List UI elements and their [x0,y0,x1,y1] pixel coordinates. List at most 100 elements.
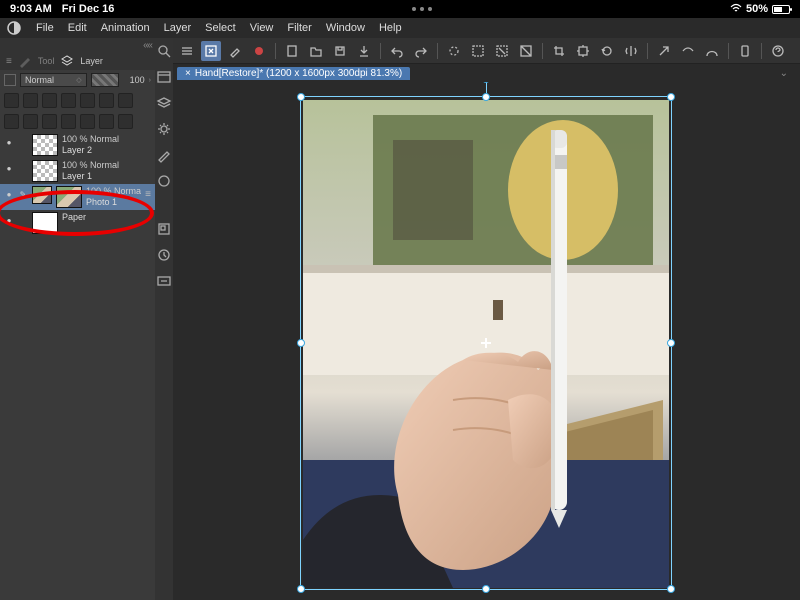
tool-tab-label[interactable]: Tool [38,56,55,66]
layer-name[interactable]: Paper [62,212,151,223]
layer-action-button[interactable] [118,93,133,108]
layer-name[interactable]: Photo 1 [86,197,141,208]
multitask-dots[interactable] [114,7,730,11]
layer-tab-label[interactable]: Layer [80,56,103,66]
invert-icon[interactable] [516,41,536,61]
layer-action-button[interactable] [99,93,114,108]
resize-handle-n[interactable] [482,93,490,101]
layer-tab-icon[interactable] [60,54,74,68]
canvas-size-icon[interactable] [573,41,593,61]
search-icon[interactable] [155,42,173,60]
layer-thumbnail[interactable] [56,186,82,208]
menu-layer[interactable]: Layer [164,22,192,34]
visibility-toggle[interactable]: ● [4,186,14,199]
document-tab[interactable]: × Hand[Restore]* (1200 x 1600px 300dpi 8… [177,67,410,80]
layer-action-button[interactable] [4,114,19,129]
menu-icon[interactable] [177,41,197,61]
layer-thumbnail[interactable] [32,134,58,156]
resize-handle-ne[interactable] [667,93,675,101]
window-icon[interactable] [155,68,173,86]
visibility-toggle[interactable]: ● [4,212,14,225]
layer-action-button[interactable] [99,114,114,129]
menu-file[interactable]: File [36,22,54,34]
opacity-value[interactable]: 100 [123,75,145,85]
menu-edit[interactable]: Edit [68,22,87,34]
menu-select[interactable]: Select [205,22,236,34]
visibility-toggle[interactable]: ● [4,160,14,173]
opacity-stepper[interactable]: › [149,77,151,84]
layer-thumbnail[interactable] [32,160,58,182]
export-icon[interactable] [354,41,374,61]
flip-icon[interactable] [621,41,641,61]
layer-action-button[interactable] [118,114,133,129]
layer-row[interactable]: ● Paper [0,210,155,236]
tab-overflow-icon[interactable]: ⌄ [770,68,798,79]
help-icon[interactable] [768,41,788,61]
info-icon[interactable] [155,272,173,290]
record-icon[interactable] [249,41,269,61]
undo-icon[interactable] [387,41,407,61]
deselect-icon[interactable] [492,41,512,61]
tool-tab-icon[interactable] [18,54,32,68]
opacity-slider[interactable] [91,73,119,87]
grid-icon[interactable] [702,41,722,61]
resize-handle-se[interactable] [667,585,675,593]
device-icon[interactable] [735,41,755,61]
menu-animation[interactable]: Animation [101,22,150,34]
menu-filter[interactable]: Filter [287,22,311,34]
layer-row[interactable]: ● 100 % Normal Layer 2 [0,132,155,158]
resize-handle-nw[interactable] [297,93,305,101]
layer-row-selected[interactable]: ● ✎ 100 % Normal Photo 1 ≡ [0,184,155,210]
visibility-toggle[interactable]: ● [4,134,14,147]
menu-help[interactable]: Help [379,22,402,34]
menu-view[interactable]: View [250,22,274,34]
history-icon[interactable] [155,246,173,264]
layer-action-button[interactable] [42,93,57,108]
navigator-icon[interactable] [155,220,173,238]
crop-icon[interactable] [549,41,569,61]
layer-mask-thumbnail[interactable] [32,186,52,204]
rotate-icon[interactable] [597,41,617,61]
layer-action-button[interactable] [61,114,76,129]
redo-icon[interactable] [411,41,431,61]
app-logo-icon[interactable] [6,20,22,36]
resize-handle-e[interactable] [667,339,675,347]
settings-icon[interactable] [155,120,173,138]
layers-icon[interactable] [155,94,173,112]
layer-action-button[interactable] [61,93,76,108]
tool-icon[interactable] [155,172,173,190]
snap-icon[interactable] [654,41,674,61]
canvas-viewport[interactable] [173,82,800,600]
layer-action-button[interactable] [80,93,95,108]
panel-menu-icon[interactable]: ≡ [6,56,12,67]
loading-icon[interactable] [444,41,464,61]
layer-name[interactable]: Layer 2 [62,145,151,156]
open-icon[interactable] [306,41,326,61]
resize-handle-sw[interactable] [297,585,305,593]
layer-thumbnail[interactable] [32,212,58,234]
menu-window[interactable]: Window [326,22,365,34]
new-icon[interactable] [282,41,302,61]
layer-menu-icon[interactable]: ≡ [145,186,151,200]
panel-collapse-handle[interactable]: « « [0,38,155,52]
lock-alpha-toggle[interactable] [4,74,16,86]
close-tab-icon[interactable]: × [185,68,191,79]
layer-action-button[interactable] [80,114,95,129]
collapse-right-icon[interactable] [796,41,800,61]
transform-tool-icon[interactable] [201,41,221,61]
rotate-handle[interactable] [482,82,490,83]
select-all-icon[interactable] [468,41,488,61]
blend-mode-select[interactable]: Normal◇ [20,73,87,87]
layer-action-button[interactable] [23,114,38,129]
layer-row[interactable]: ● 100 % Normal Layer 1 [0,158,155,184]
resize-handle-s[interactable] [482,585,490,593]
edit-tool-icon[interactable] [225,41,245,61]
ruler-icon[interactable] [678,41,698,61]
layer-name[interactable]: Layer 1 [62,171,151,182]
layer-action-button[interactable] [23,93,38,108]
layer-action-button[interactable] [42,114,57,129]
tool-icon[interactable] [155,146,173,164]
transform-bounding-box[interactable] [300,96,672,590]
transform-center-icon[interactable] [481,338,491,348]
resize-handle-w[interactable] [297,339,305,347]
